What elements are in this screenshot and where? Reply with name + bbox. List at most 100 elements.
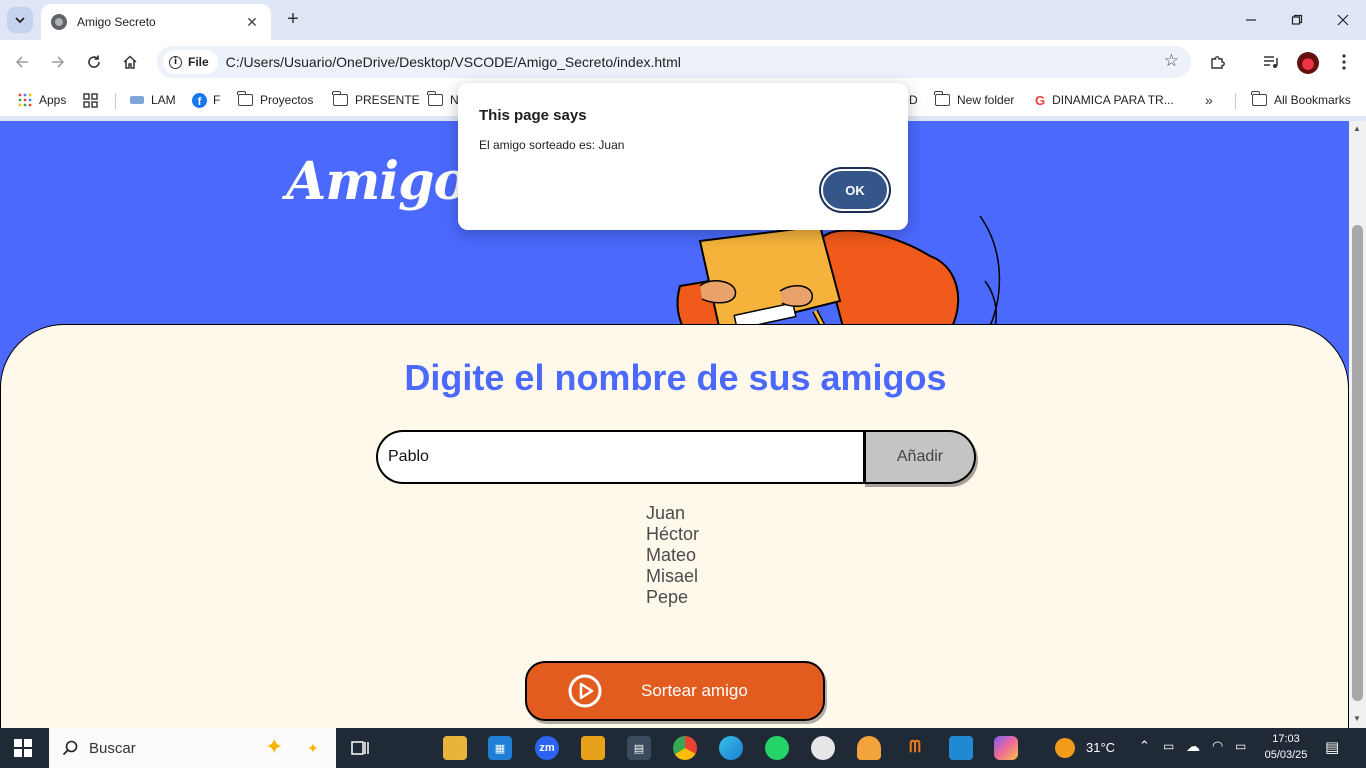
clock-date[interactable]: 05/03/25 [1258, 749, 1314, 761]
forward-arrow-icon [52, 56, 65, 68]
bookmark-new-folder[interactable]: New folder [934, 91, 1015, 108]
lam-logo-icon [130, 96, 144, 104]
edge-icon[interactable] [719, 736, 743, 760]
back-arrow-icon [15, 56, 28, 68]
folder-icon [237, 91, 253, 106]
weather-temperature[interactable]: 31°C [1086, 740, 1115, 755]
site-info-chip[interactable]: i File [163, 50, 218, 74]
bookmark-presente[interactable]: PRESENTE [332, 91, 420, 108]
bookmark-dinamica[interactable]: G DINAMICA PARA TR... [1035, 92, 1174, 108]
clock-time[interactable]: 17:03 [1262, 733, 1310, 745]
bookmark-label: PRESENTE [355, 93, 420, 107]
minimize-button[interactable] [1228, 0, 1274, 40]
dialog-title: This page says [479, 107, 587, 124]
bookmark-all-bookmarks[interactable]: All Bookmarks [1251, 91, 1351, 108]
close-window-button[interactable] [1320, 0, 1366, 40]
list-item: Héctor [646, 524, 700, 544]
battery-icon[interactable]: ▭ [1235, 739, 1246, 753]
page-scrollbar[interactable]: ▲ ▼ [1349, 121, 1366, 728]
extensions-button[interactable] [1206, 50, 1230, 74]
bookmark-label: DINAMICA PARA TR... [1052, 93, 1174, 107]
search-icon [62, 740, 78, 756]
bookmark-facebook[interactable]: f F [192, 92, 220, 108]
friends-list: Juan Héctor Mateo Misael Pepe [646, 503, 699, 608]
alert-dialog: This page says El amigo sorteado es: Jua… [458, 83, 908, 230]
tab-strip: Amigo Secreto ✕ + [0, 0, 1366, 40]
bookmark-d[interactable]: D [909, 92, 918, 108]
zoom-icon[interactable]: zm [535, 736, 559, 760]
restore-button[interactable] [1274, 0, 1320, 40]
sparkle-icon: ✦ [307, 740, 319, 756]
bookmark-star-icon[interactable]: ☆ [1164, 51, 1179, 71]
scroll-up-icon[interactable]: ▲ [1353, 124, 1361, 133]
dev-app-icon[interactable]: ᗰ [903, 736, 927, 760]
facebook-icon: f [192, 92, 207, 108]
copilot-icon[interactable] [994, 736, 1018, 760]
media-controls-button[interactable] [1259, 50, 1283, 74]
weather-icon[interactable] [1055, 738, 1075, 758]
dialog-message: El amigo sorteado es: Juan [479, 138, 625, 152]
friend-name-input[interactable] [376, 430, 863, 484]
scroll-thumb[interactable] [1352, 225, 1363, 701]
draw-button-label: Sortear amigo [641, 681, 748, 700]
tab-title: Amigo Secreto [77, 15, 156, 29]
onedrive-icon[interactable]: ☁ [1186, 738, 1200, 755]
bookmark-label: D [909, 93, 918, 107]
double-chevron-icon: » [1205, 92, 1213, 108]
chrome-icon[interactable] [673, 736, 697, 760]
reload-icon [88, 55, 100, 68]
new-tab-button[interactable]: + [282, 8, 304, 30]
medal-app-icon[interactable] [857, 736, 881, 760]
tab-search-button[interactable] [7, 7, 33, 33]
minimize-icon [1246, 19, 1256, 21]
bookmark-separator [115, 93, 116, 109]
bookmark-label: New folder [957, 93, 1015, 107]
forward-button[interactable] [46, 50, 70, 74]
bookmark-apps[interactable]: Apps [18, 92, 66, 108]
folder-icon [427, 91, 443, 106]
task-view-icon[interactable] [348, 736, 372, 760]
file-explorer-icon[interactable] [443, 736, 467, 760]
profile-avatar[interactable] [1297, 52, 1319, 74]
bookmark-label: All Bookmarks [1274, 93, 1351, 107]
restore-icon [1291, 14, 1303, 25]
more-bookmarks-button[interactable]: » [1205, 92, 1213, 108]
bookmark-lam[interactable]: LAM [130, 92, 176, 108]
taskbar-search[interactable]: Buscar ✦ ✦ [49, 728, 336, 768]
home-button[interactable] [118, 50, 142, 74]
add-button[interactable]: Añadir [863, 430, 976, 484]
notes-icon[interactable] [581, 736, 605, 760]
calculator-icon[interactable]: ▤ [627, 736, 651, 760]
list-item: Juan [646, 503, 686, 523]
draw-friend-button[interactable]: Sortear amigo [525, 661, 825, 721]
wifi-icon[interactable]: ◠ [1212, 738, 1223, 754]
name-input-group: Añadir [376, 430, 976, 484]
vscode-icon[interactable] [949, 736, 973, 760]
clock-app-icon[interactable] [811, 736, 835, 760]
whatsapp-icon[interactable] [765, 736, 789, 760]
close-tab-icon[interactable]: ✕ [243, 14, 261, 31]
scroll-down-icon[interactable]: ▼ [1353, 714, 1361, 723]
ok-button[interactable]: OK [821, 169, 889, 211]
apps-grid-icon [18, 93, 32, 107]
address-bar[interactable]: i File C:/Users/Usuario/OneDrive/Desktop… [157, 46, 1191, 78]
folder-icon [1251, 91, 1267, 106]
url-text[interactable]: C:/Users/Usuario/OneDrive/Desktop/VSCODE… [226, 54, 681, 70]
close-icon [1337, 14, 1349, 26]
list-item: Misael [646, 566, 699, 586]
windows-start-icon[interactable] [14, 739, 32, 757]
browser-tab[interactable]: Amigo Secreto ✕ [41, 4, 271, 40]
back-button[interactable] [10, 50, 34, 74]
notifications-icon[interactable]: ▤ [1325, 738, 1339, 756]
bookmark-proyectos[interactable]: Proyectos [237, 91, 313, 108]
bookmark-n[interactable]: N [427, 91, 459, 108]
list-item: Mateo [646, 545, 697, 565]
meet-now-icon[interactable]: ▭ [1163, 739, 1174, 753]
microsoft-store-icon[interactable]: ▦ [488, 736, 512, 760]
reload-button[interactable] [82, 50, 106, 74]
section-title: Digite el nombre de sus amigos [404, 357, 947, 398]
menu-button[interactable] [1332, 50, 1356, 74]
bookmark-grid[interactable] [83, 92, 98, 108]
tray-chevron-icon[interactable]: ⌃ [1139, 738, 1150, 754]
file-chip-label: File [188, 55, 209, 69]
